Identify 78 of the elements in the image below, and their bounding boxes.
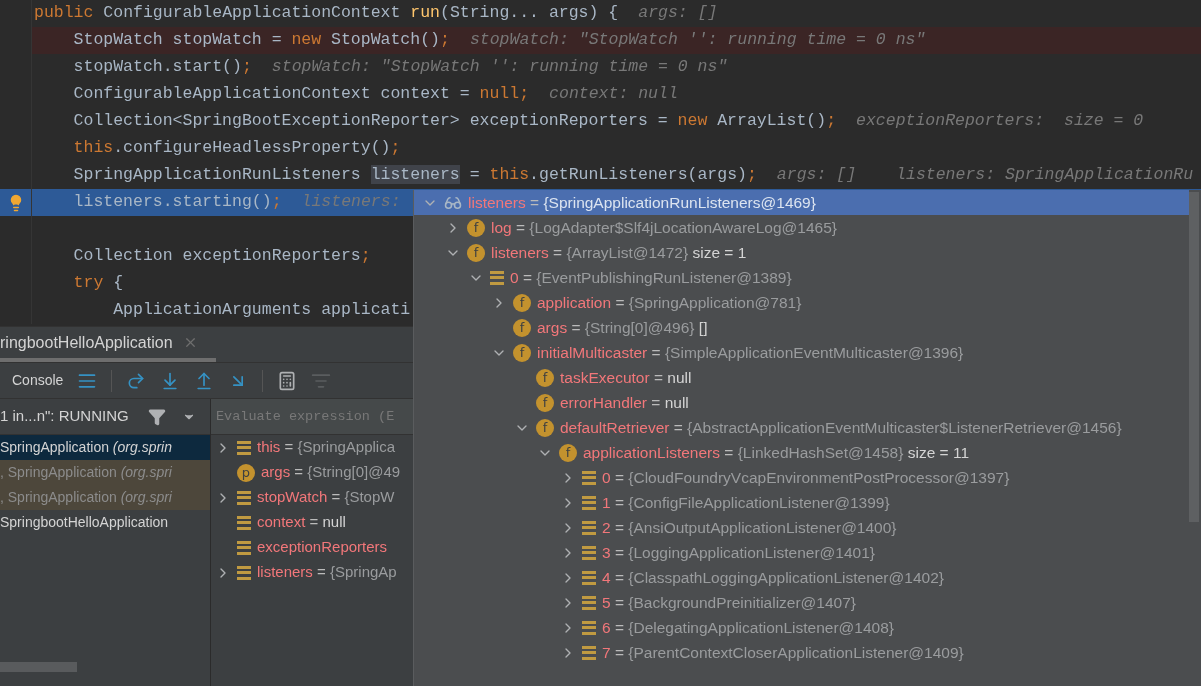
variable-text: errorHandler = null	[560, 392, 689, 413]
inline-value-hint: stopWatch: "StopWatch '': running time = 0 ns"	[469, 29, 926, 52]
variable-text: applicationListeners = {LinkedHashSet@1458} size = 11	[583, 442, 970, 463]
code-text: this.configureHeadlessProperty();	[73, 137, 401, 160]
stack-icon	[582, 545, 596, 560]
stack-icon	[582, 520, 596, 535]
code-text: ConfigurableApplicationContext context = null;	[73, 83, 530, 106]
stack-icon	[582, 570, 596, 585]
variable-text: 3 = {LoggingApplicationListener@1401}	[602, 542, 875, 563]
field-icon: f	[513, 343, 531, 362]
variable-text: defaultRetriever = {AbstractApplicationEventMulticaster$ListenerRetriever@1456}	[560, 417, 1122, 438]
variable-text: context = null	[257, 512, 346, 533]
stack-frame[interactable]: SpringApplication (org.sprin	[0, 435, 210, 460]
code-text: Collection<SpringBootExceptionReporter> exceptionReporters = new ArrayList();	[73, 110, 837, 133]
variable-text: application = {SpringApplication@781}	[537, 292, 802, 313]
inline-value-hint: args: []	[638, 2, 718, 25]
stack-icon	[582, 470, 596, 485]
field-icon: f	[559, 443, 577, 462]
field-icon: f	[536, 393, 554, 412]
parameter-icon: p	[237, 463, 255, 482]
calculator-icon[interactable]	[277, 370, 298, 391]
variable-text: args = {String[0]@49	[261, 462, 401, 483]
code-text: try {	[73, 272, 124, 295]
stack-icon	[490, 270, 504, 285]
code-text: SpringApplicationRunListeners listeners = this.getRunListeners(args);	[73, 164, 757, 187]
variable-text: stopWatch = {StopW	[257, 487, 395, 508]
stack-icon	[237, 540, 251, 555]
field-icon: f	[513, 293, 531, 312]
variable-text: 6 = {DelegatingApplicationListener@1408}	[602, 617, 894, 638]
stack-icon	[237, 490, 251, 505]
variable-text: args = {String[0]@496} []	[537, 317, 708, 338]
variable-text: 5 = {BackgroundPreinitializer@1407}	[602, 592, 856, 613]
code-text: listeners.starting();	[73, 191, 282, 214]
variable-text: 0 = {EventPublishingRunListener@1389}	[510, 267, 792, 288]
filter-icon[interactable]	[148, 407, 166, 426]
stack-icon	[237, 565, 251, 580]
scrollbar-thumb[interactable]	[1189, 192, 1199, 522]
code-text: ApplicationArguments applicati	[113, 299, 411, 322]
field-icon: f	[513, 318, 531, 337]
stack-icon	[237, 515, 251, 530]
field-icon: f	[467, 243, 485, 262]
code-text: public ConfigurableApplicationContext run(String... args) {	[34, 2, 619, 25]
variable-text: log = {LogAdapter$Slf4jLocationAwareLog@1465}	[491, 217, 837, 238]
code-text: StopWatch stopWatch = new StopWatch();	[73, 29, 450, 52]
variable-text: 4 = {ClasspathLoggingApplicationListener@1402}	[602, 567, 944, 588]
stack-icon	[582, 620, 596, 635]
variable-text: listeners = {SpringApplicationRunListeners@1469}	[468, 192, 816, 213]
inline-value-hint: listeners: SpringApplicationRu	[896, 164, 1194, 187]
variable-text: 0 = {CloudFoundryVcapEnvironmentPostProcessor@1397}	[602, 467, 1010, 488]
variable-text: exceptionReporters	[257, 537, 388, 558]
variable-text: initialMulticaster = {SimpleApplicationEventMulticaster@1396}	[537, 342, 964, 363]
stack-icon	[582, 645, 596, 660]
inline-value-hint: args: []	[776, 164, 857, 187]
field-icon: f	[536, 368, 554, 387]
step-over-icon[interactable]	[126, 370, 147, 391]
console-tab[interactable]: Console	[12, 370, 64, 391]
variable-text: 1 = {ConfigFileApplicationListener@1399}	[602, 492, 890, 513]
code-text: stopWatch.start();	[73, 56, 252, 79]
inline-value-hint: context: null	[549, 83, 678, 106]
code-text: Collection exceptionReporters;	[73, 245, 371, 268]
run-tab[interactable]: ringbootHelloApplication	[0, 327, 216, 362]
field-icon: f	[536, 418, 554, 437]
variable-text: taskExecutor = null	[560, 367, 692, 388]
inline-value-hint: stopWatch: "StopWatch '': running time = 0 ns"	[271, 56, 728, 79]
stack-icon	[582, 595, 596, 610]
inline-value-hint: exceptionReporters: size = 0	[856, 110, 1144, 133]
variable-text: this = {SpringApplica	[257, 437, 396, 458]
variable-text: 7 = {ParentContextCloserApplicationListener@1409}	[602, 642, 964, 663]
variable-text: 2 = {AnsiOutputApplicationListener@1400}	[602, 517, 897, 538]
field-icon: f	[467, 218, 485, 237]
scrollbar-thumb[interactable]	[0, 662, 77, 672]
selected-tree-row[interactable]: listeners = {SpringApplicationRunListeners@1469}	[414, 190, 1189, 215]
stack-icon	[582, 495, 596, 510]
inline-value-hint: listeners:	[301, 191, 401, 214]
stack-icon	[237, 440, 251, 455]
variable-text: listeners = {SpringAp	[257, 562, 397, 583]
variable-text: listeners = {ArrayList@1472} size = 1	[491, 242, 747, 263]
stack-frame[interactable]: SpringbootHelloApplication	[0, 510, 210, 535]
